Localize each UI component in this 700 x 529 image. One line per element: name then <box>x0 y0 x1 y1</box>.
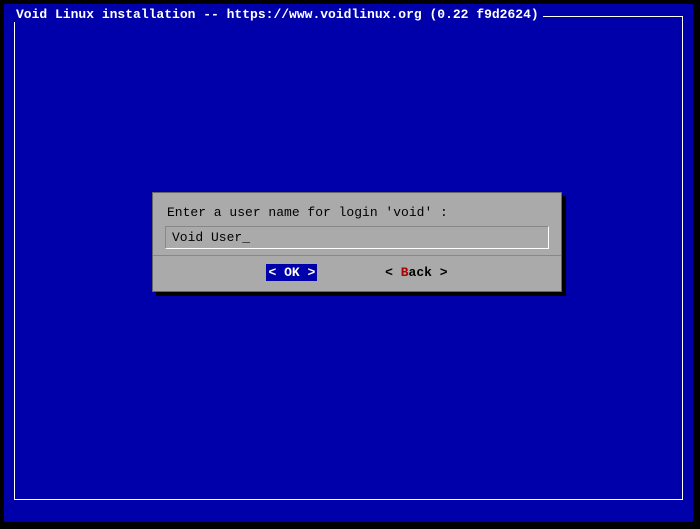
input-value: Void User <box>172 230 242 245</box>
username-input[interactable]: Void User_ <box>165 226 549 249</box>
title-bar: Void Linux installation -- https://www.v… <box>8 7 687 25</box>
installer-screen: Void Linux installation -- https://www.v… <box>3 3 694 523</box>
dialog-content: Enter a user name for login 'void' : Voi… <box>153 193 561 255</box>
button-row: < OK > < Back > <box>153 255 561 291</box>
ok-button[interactable]: < OK > <box>266 264 317 281</box>
back-bracket-right: > <box>432 265 448 280</box>
ok-bracket-right: > <box>307 265 315 280</box>
back-hotkey: B <box>401 265 409 280</box>
prompt-label: Enter a user name for login 'void' : <box>165 203 549 226</box>
dialog-inner: Enter a user name for login 'void' : Voi… <box>152 192 562 292</box>
title-text: Void Linux installation -- https://www.v… <box>12 7 543 22</box>
ok-label: OK <box>276 265 307 280</box>
text-cursor: _ <box>242 230 250 245</box>
back-bracket-left: < <box>385 265 401 280</box>
username-dialog: Enter a user name for login 'void' : Voi… <box>152 192 562 292</box>
back-button[interactable]: < Back > <box>385 265 447 280</box>
back-rest: ack <box>409 265 432 280</box>
